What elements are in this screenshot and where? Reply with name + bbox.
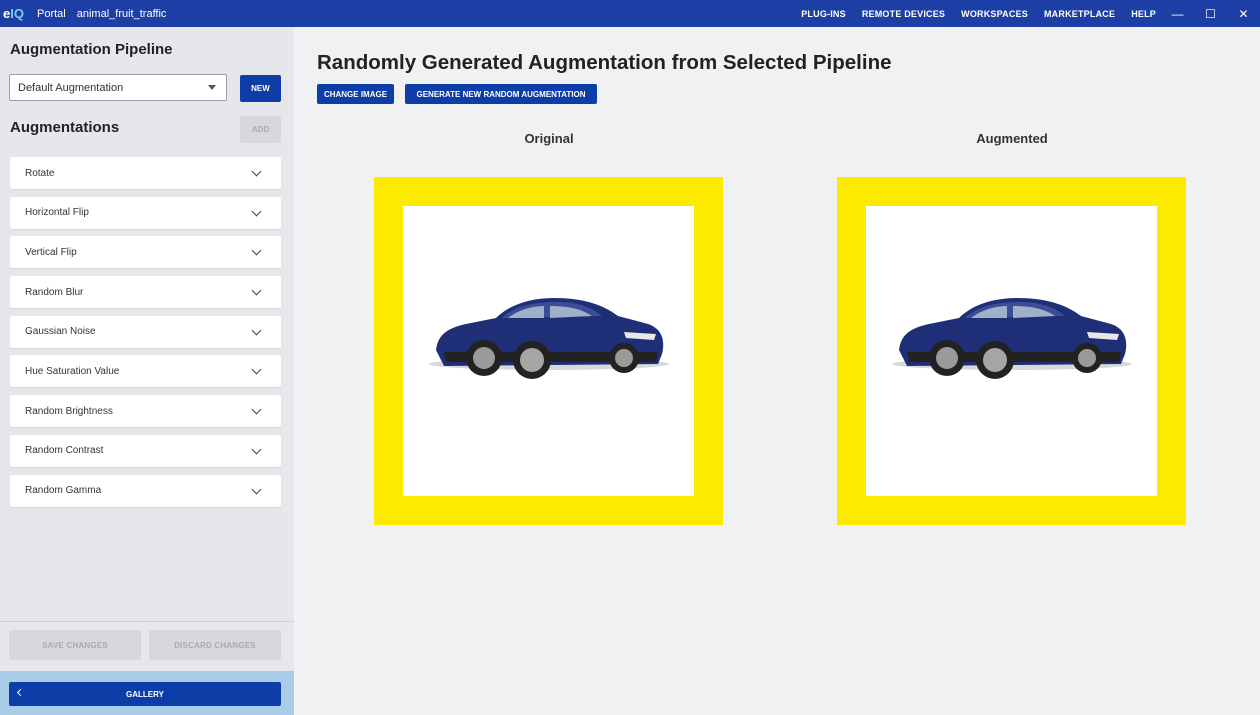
chevron-down-icon[interactable]: [251, 364, 262, 375]
augmentation-label: Random Brightness: [25, 405, 113, 417]
chevron-down-icon[interactable]: [251, 325, 262, 336]
augmentation-item-random-brightness[interactable]: Random Brightness: [10, 395, 281, 428]
augmentation-list: Rotate Horizontal Flip Vertical Flip Ran…: [10, 157, 281, 514]
augmentation-item-horizontal-flip[interactable]: Horizontal Flip: [10, 196, 281, 229]
chevron-down-icon[interactable]: [251, 444, 262, 455]
augmentation-label: Random Blur: [25, 286, 84, 298]
window-controls: — ☐ ✕: [1161, 0, 1260, 27]
gallery-bar: GALLERY: [0, 671, 294, 715]
save-changes-button[interactable]: SAVE CHANGES: [9, 630, 141, 660]
chevron-down-icon[interactable]: [251, 206, 262, 217]
augmentation-label: Rotate: [25, 167, 55, 179]
menu-marketplace[interactable]: MARKETPLACE: [1044, 9, 1115, 19]
augmented-image: [837, 177, 1186, 525]
augmentations-title: Augmentations: [10, 119, 120, 136]
augmentation-label: Hue Saturation Value: [25, 365, 120, 377]
augmentation-item-random-blur[interactable]: Random Blur: [10, 276, 281, 309]
augmentation-label: Vertical Flip: [25, 246, 77, 258]
change-image-button[interactable]: CHANGE IMAGE: [317, 84, 394, 104]
menu-plugins[interactable]: PLUG-INS: [801, 9, 846, 19]
augmentation-item-rotate[interactable]: Rotate: [10, 157, 281, 189]
add-augmentation-button[interactable]: ADD: [240, 116, 281, 143]
augmentation-label: Random Contrast: [25, 445, 104, 457]
gallery-button[interactable]: GALLERY: [9, 682, 281, 706]
project-name: animal_fruit_traffic: [76, 7, 167, 20]
augmentation-item-random-contrast[interactable]: Random Contrast: [10, 434, 281, 467]
chevron-down-icon[interactable]: [251, 245, 262, 256]
new-pipeline-button[interactable]: NEW: [240, 75, 281, 102]
minimize-icon[interactable]: —: [1161, 7, 1194, 21]
augmentation-item-gaussian-noise[interactable]: Gaussian Noise: [10, 315, 281, 348]
car-icon: [429, 298, 669, 379]
caret-down-icon: [208, 85, 216, 90]
augmented-label: Augmented: [976, 131, 1048, 146]
maximize-icon[interactable]: ☐: [1194, 7, 1227, 21]
augmentation-label: Horizontal Flip: [25, 207, 89, 219]
chevron-down-icon[interactable]: [251, 166, 262, 177]
augmentation-item-random-gamma[interactable]: Random Gamma: [10, 474, 281, 507]
generate-augmentation-button[interactable]: GENERATE NEW RANDOM AUGMENTATION: [405, 84, 597, 104]
close-icon[interactable]: ✕: [1227, 7, 1260, 21]
menu-remote-devices[interactable]: REMOTE DEVICES: [862, 9, 945, 19]
augmentation-item-vertical-flip[interactable]: Vertical Flip: [10, 236, 281, 269]
menu-help[interactable]: HELP: [1131, 9, 1156, 19]
top-menu: PLUG-INS REMOTE DEVICES WORKSPACES MARKE…: [785, 0, 1156, 27]
portal-link[interactable]: Portal: [37, 8, 66, 20]
chevron-down-icon[interactable]: [251, 404, 262, 415]
augmentation-item-hue-saturation-value[interactable]: Hue Saturation Value: [10, 355, 281, 388]
original-label: Original: [524, 131, 574, 146]
page-title: Randomly Generated Augmentation from Sel…: [317, 51, 892, 74]
chevron-left-icon: [16, 688, 25, 697]
pipeline-select[interactable]: Default Augmentation: [9, 74, 227, 101]
sidebar-divider: [0, 621, 294, 622]
augmentation-label: Gaussian Noise: [25, 326, 96, 338]
sidebar: Augmentation Pipeline Default Augmentati…: [0, 27, 294, 715]
menu-workspaces[interactable]: WORKSPACES: [961, 9, 1028, 19]
eiq-logo: e IQ: [3, 6, 24, 21]
augmentation-label: Random Gamma: [25, 485, 102, 496]
pipeline-title: Augmentation Pipeline: [10, 41, 173, 58]
gallery-label: GALLERY: [126, 689, 164, 699]
discard-changes-button[interactable]: DISCARD CHANGES: [149, 630, 281, 660]
original-image: [374, 177, 723, 525]
chevron-down-icon[interactable]: [251, 285, 262, 296]
title-bar: e IQ Portal animal_fruit_traffic PLUG-INS…: [0, 0, 1260, 27]
chevron-down-icon[interactable]: [251, 484, 262, 494]
car-icon: [892, 298, 1132, 379]
pipeline-select-value: Default Augmentation: [18, 81, 124, 94]
